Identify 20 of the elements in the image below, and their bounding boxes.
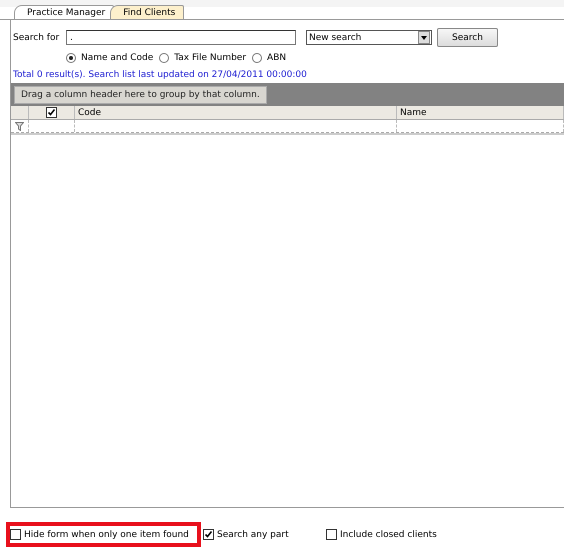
tab[interactable]: Practice Manager: [14, 5, 114, 19]
radio-option[interactable]: Tax File Number: [159, 53, 246, 63]
group-hint: Drag a column header here to group by that column.: [14, 86, 267, 104]
option-label: Hide form when only one item found: [24, 530, 189, 540]
search-field[interactable]: .: [66, 30, 296, 45]
column-header[interactable]: Code: [75, 106, 397, 119]
dropdown-value: New search: [309, 32, 362, 42]
radio-option[interactable]: ABN: [252, 53, 286, 63]
option-label: Include closed clients: [340, 530, 437, 540]
tab[interactable]: Find Clients: [110, 5, 184, 19]
search-mode-dropdown[interactable]: New search: [306, 30, 432, 45]
status-text: Total 0 result(s). Search list last updated on 27/04/2011 00:00:00: [12, 70, 308, 80]
column-header[interactable]: Name: [397, 106, 564, 119]
option-label: Search any part: [217, 530, 289, 540]
checkbox-option[interactable]: Include closed clients: [326, 529, 437, 540]
radio-option[interactable]: Name and Code: [66, 53, 154, 63]
checkbox-option[interactable]: Search any part: [203, 529, 289, 540]
search-button[interactable]: Search: [437, 28, 498, 47]
checkbox-option[interactable]: Hide form when only one item found: [10, 529, 189, 540]
search-label: Search for: [12, 32, 60, 42]
